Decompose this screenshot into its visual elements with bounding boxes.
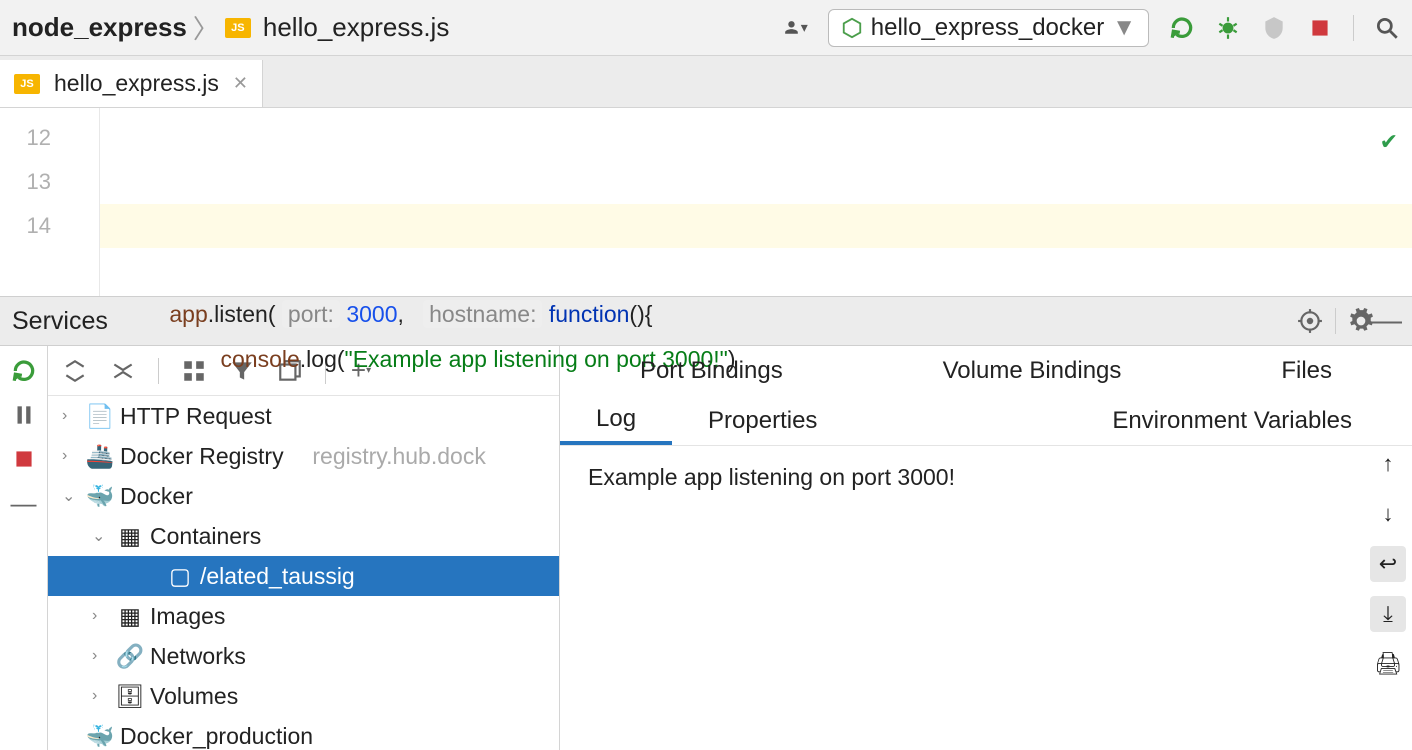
- soft-wrap-icon[interactable]: ↩: [1370, 546, 1406, 582]
- nodejs-icon: [841, 17, 863, 39]
- scroll-up-icon[interactable]: ↑: [1370, 446, 1406, 482]
- line-number: 14: [0, 204, 51, 248]
- log-toolbar: ↑ ↓ ↩ ⤓ 🖨: [1364, 446, 1412, 682]
- breadcrumb[interactable]: node_express 〉 JS hello_express.js: [12, 9, 449, 46]
- scroll-down-icon[interactable]: ↓: [1370, 496, 1406, 532]
- breadcrumb-file[interactable]: hello_express.js: [263, 12, 449, 43]
- print-icon[interactable]: 🖨: [1370, 646, 1406, 682]
- close-icon[interactable]: ✕: [233, 73, 248, 94]
- stop-icon[interactable]: [11, 446, 37, 472]
- tab-files[interactable]: Files: [1281, 357, 1332, 385]
- images-icon: ▦: [118, 603, 142, 630]
- detail-tabs-top: Port Bindings Volume Bindings Files: [560, 346, 1412, 396]
- tree-item-images[interactable]: ›▦Images: [48, 596, 559, 636]
- breadcrumb-project[interactable]: node_express: [12, 12, 187, 43]
- chevron-down-icon: ▼: [1112, 14, 1136, 42]
- containers-icon: ▦: [118, 523, 142, 550]
- services-left-toolbar: —: [0, 346, 48, 750]
- tab-properties[interactable]: Properties: [672, 396, 853, 445]
- editor-tabs: JS hello_express.js ✕: [0, 56, 1412, 108]
- rerun-icon[interactable]: [11, 358, 37, 384]
- js-file-icon: JS: [14, 74, 40, 94]
- code-editor[interactable]: 12 13 14 app.listen( port: 3000, hostnam…: [0, 108, 1412, 296]
- search-icon[interactable]: [1374, 15, 1400, 41]
- coverage-icon[interactable]: [1261, 15, 1287, 41]
- networks-icon: 🔗: [118, 643, 142, 670]
- expand-all-icon[interactable]: [62, 358, 88, 384]
- tree-item-containers[interactable]: ⌄▦Containers: [48, 516, 559, 556]
- tab-filename: hello_express.js: [54, 70, 219, 97]
- docker-icon: 🐳: [88, 723, 112, 750]
- tab-log[interactable]: Log: [560, 396, 672, 445]
- docker-icon: 🐳: [88, 483, 112, 510]
- run-config-name: hello_express_docker: [871, 14, 1104, 42]
- volumes-icon: 🗄: [118, 683, 142, 710]
- top-toolbar: node_express 〉 JS hello_express.js ▾ hel…: [0, 0, 1412, 56]
- container-running-icon: ▢: [168, 563, 192, 590]
- breadcrumb-separator: 〉: [193, 9, 219, 46]
- tree-item-docker[interactable]: ⌄🐳Docker: [48, 476, 559, 516]
- stop-icon[interactable]: [1307, 15, 1333, 41]
- line-number: 12: [0, 116, 51, 160]
- tab-volume-bindings[interactable]: Volume Bindings: [943, 357, 1122, 385]
- log-output[interactable]: Example app listening on port 3000!: [560, 446, 1412, 750]
- tree-item-networks[interactable]: ›🔗Networks: [48, 636, 559, 676]
- panel-title: Services: [12, 307, 108, 336]
- code-body[interactable]: app.listen( port: 3000, hostname: functi…: [100, 108, 1412, 296]
- tab-port-bindings[interactable]: Port Bindings: [640, 357, 783, 385]
- rerun-icon[interactable]: [1169, 15, 1195, 41]
- tree-item-docker-prod[interactable]: 🐳Docker_production: [48, 716, 559, 750]
- run-configuration-dropdown[interactable]: hello_express_docker ▼: [828, 9, 1149, 47]
- user-icon[interactable]: ▾: [782, 15, 808, 41]
- tab-env-vars[interactable]: Environment Variables: [1076, 396, 1412, 445]
- js-file-icon: JS: [225, 18, 251, 38]
- tree-item-volumes[interactable]: ›🗄Volumes: [48, 676, 559, 716]
- pause-icon[interactable]: [11, 402, 37, 428]
- scroll-to-end-icon[interactable]: ⤓: [1370, 596, 1406, 632]
- debug-icon[interactable]: [1215, 15, 1241, 41]
- detail-tabs-bottom: Log Properties Environment Variables: [560, 396, 1412, 446]
- editor-tab-active[interactable]: JS hello_express.js ✕: [0, 60, 263, 107]
- line-number: 13: [0, 160, 51, 204]
- minimize-icon[interactable]: —: [11, 490, 37, 516]
- inspection-ok-icon[interactable]: ✔: [1380, 120, 1398, 164]
- line-gutter: 12 13 14: [0, 108, 100, 296]
- services-detail-panel: Port Bindings Volume Bindings Files Log …: [560, 346, 1412, 750]
- tree-item-container-selected[interactable]: ▢/elated_taussig: [48, 556, 559, 596]
